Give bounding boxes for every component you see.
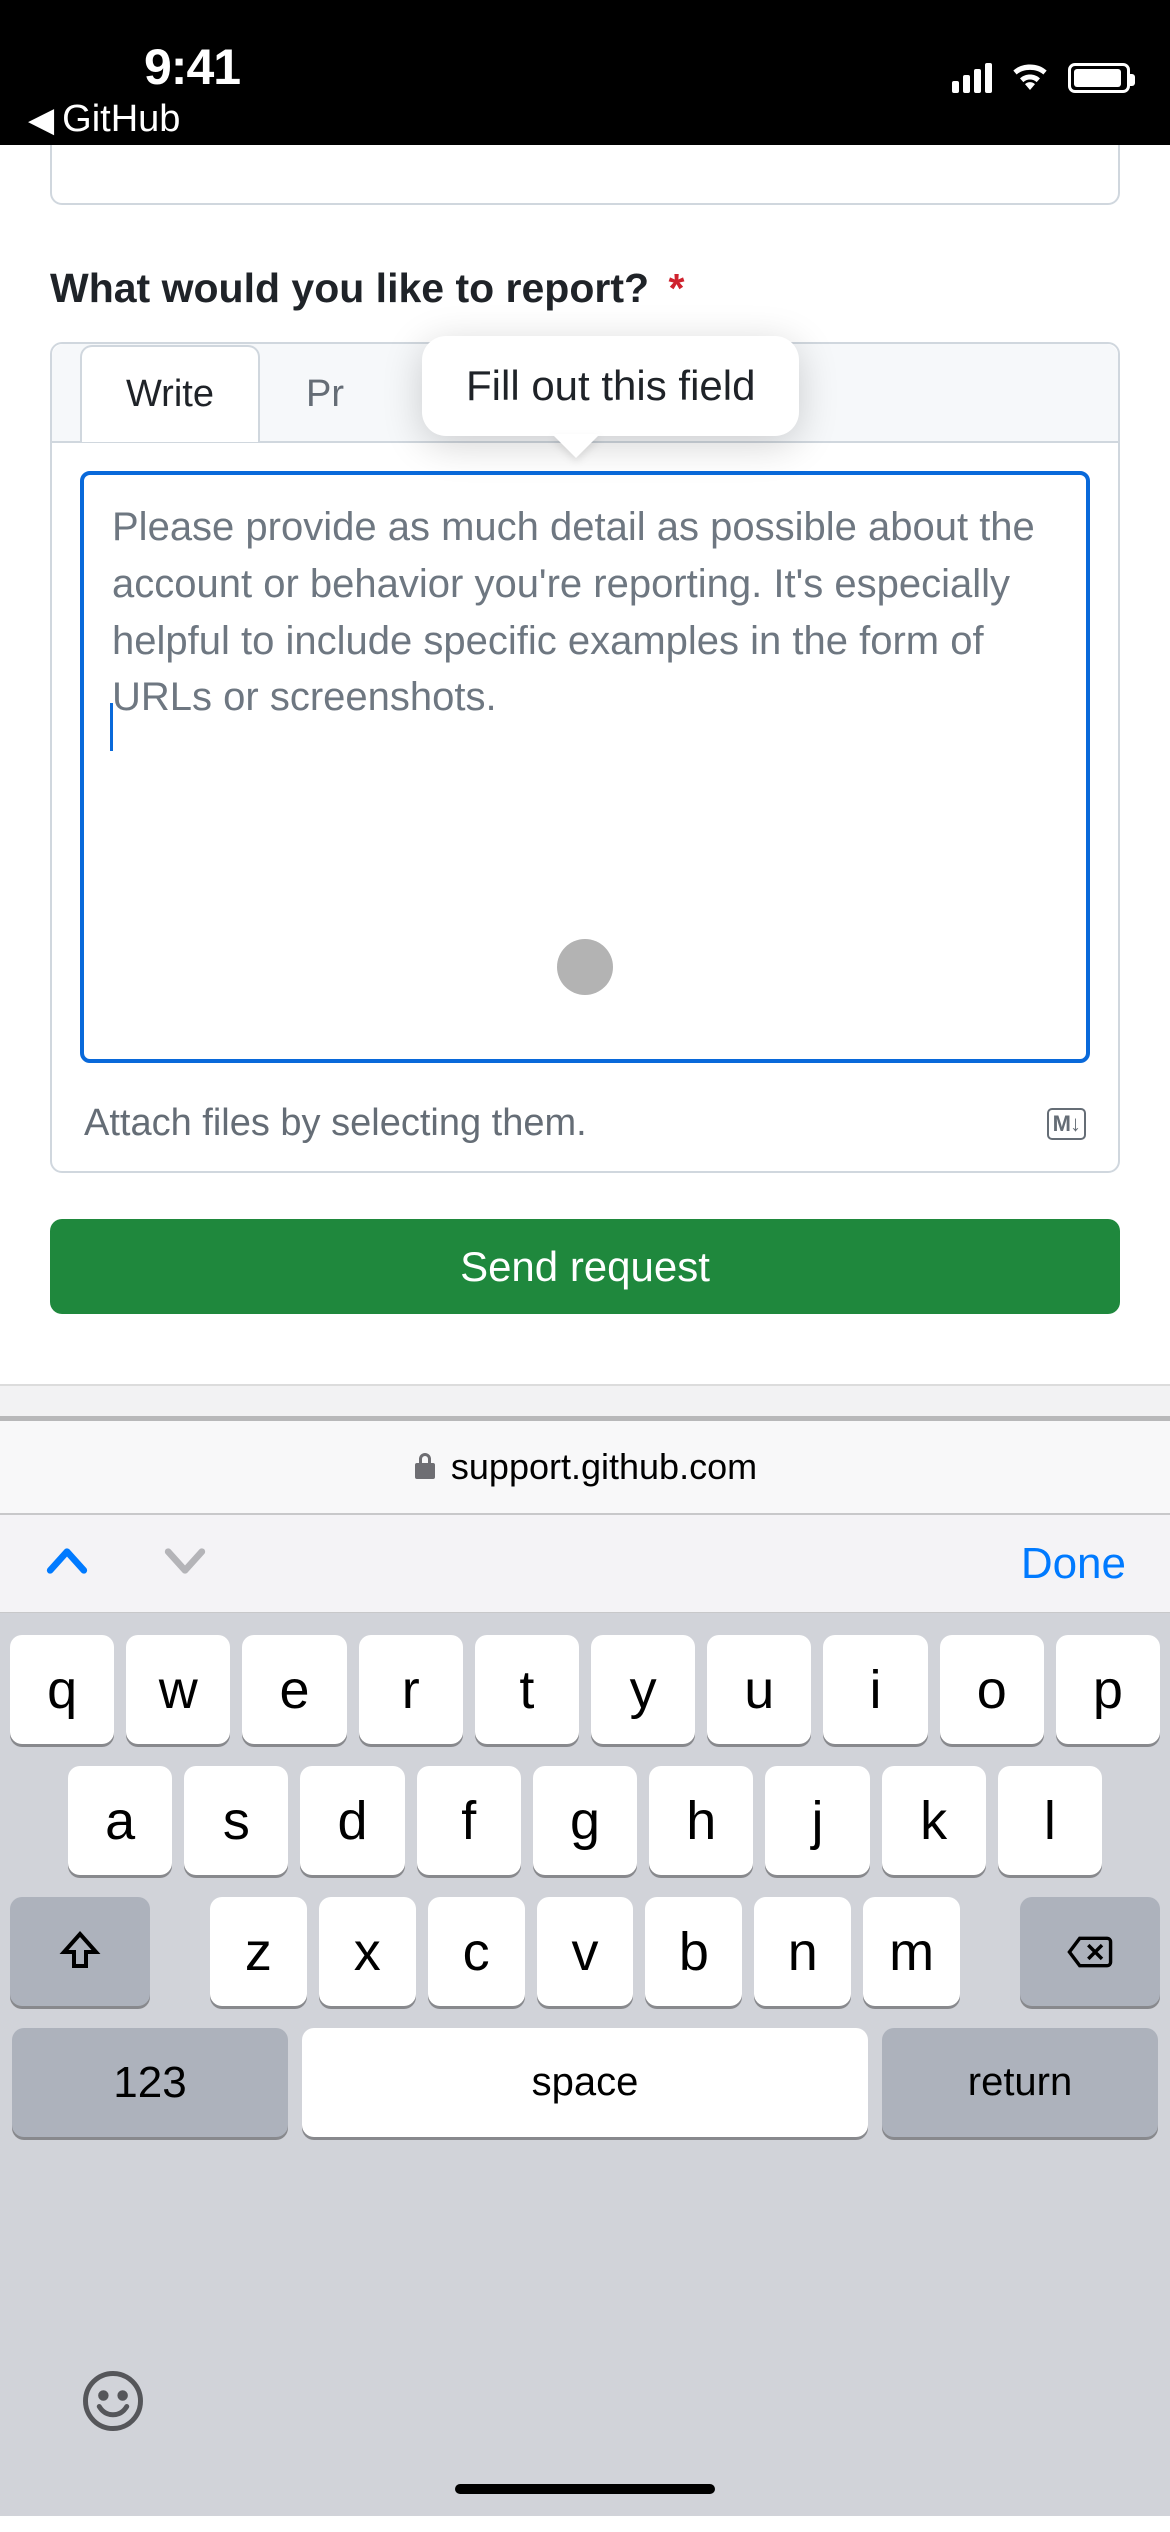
back-app-label: GitHub [62,98,180,141]
key-o[interactable]: o [940,1635,1044,1744]
wifi-icon [1010,60,1050,95]
back-to-app[interactable]: ◀ GitHub [28,98,180,141]
key-p[interactable]: p [1056,1635,1160,1744]
page-content: What would you like to report? * Write P… [0,145,1170,1384]
backspace-key[interactable] [1020,1897,1160,2006]
key-t[interactable]: t [475,1635,579,1744]
key-x[interactable]: x [319,1897,416,2006]
url-bar[interactable]: support.github.com [0,1421,1170,1513]
keyboard: q w e r t y u i o p a s d f g h j k l z … [0,1613,1170,2516]
key-u[interactable]: u [707,1635,811,1744]
key-b[interactable]: b [645,1897,742,2006]
spacer [0,1386,1170,1416]
key-a[interactable]: a [68,1766,172,1875]
key-h[interactable]: h [649,1766,753,1875]
markdown-icon[interactable]: M↓ [1047,1108,1086,1140]
key-z[interactable]: z [210,1897,307,2006]
key-q[interactable]: q [10,1635,114,1744]
key-r[interactable]: r [359,1635,463,1744]
tab-preview[interactable]: Pr [260,345,390,442]
next-field-button[interactable] [162,1546,208,1581]
status-icons [952,60,1130,95]
key-y[interactable]: y [591,1635,695,1744]
back-caret-icon: ◀ [28,100,54,140]
key-w[interactable]: w [126,1635,230,1744]
key-j[interactable]: j [765,1766,869,1875]
keyboard-row-1: q w e r t y u i o p [10,1635,1160,1744]
tab-write[interactable]: Write [80,345,260,442]
space-key[interactable]: space [302,2028,868,2137]
keyboard-accessory: Done [0,1515,1170,1613]
text-cursor [110,703,113,751]
status-bar: 9:41 ◀ GitHub [0,0,1170,145]
return-key[interactable]: return [882,2028,1158,2137]
editor-box: Write Pr Fill out this field Attach file… [50,342,1120,1173]
url-domain: support.github.com [451,1446,757,1488]
key-f[interactable]: f [417,1766,521,1875]
shift-key[interactable] [10,1897,150,2006]
attach-hint[interactable]: Attach files by selecting them. [84,1102,587,1145]
home-indicator[interactable] [455,2484,715,2494]
validation-tooltip: Fill out this field [422,336,799,436]
key-e[interactable]: e [242,1635,346,1744]
emoji-key[interactable] [80,2368,146,2439]
lock-icon [413,1446,437,1488]
prev-field-button[interactable] [44,1546,90,1581]
key-k[interactable]: k [882,1766,986,1875]
key-s[interactable]: s [184,1766,288,1875]
editor-tabs: Write Pr Fill out this field [52,344,1118,443]
keyboard-row-4: 123 space return [10,2028,1160,2137]
previous-field-box [50,145,1120,205]
cellular-signal-icon [952,63,992,93]
touch-indicator [557,939,613,995]
key-n[interactable]: n [754,1897,851,2006]
keyboard-row-3: z x c v b n m [10,1897,1160,2006]
key-m[interactable]: m [863,1897,960,2006]
key-l[interactable]: l [998,1766,1102,1875]
key-i[interactable]: i [823,1635,927,1744]
numbers-key[interactable]: 123 [12,2028,288,2137]
key-g[interactable]: g [533,1766,637,1875]
key-v[interactable]: v [537,1897,634,2006]
keyboard-row-2: a s d f g h j k l [10,1766,1160,1875]
battery-icon [1068,63,1130,93]
key-d[interactable]: d [300,1766,404,1875]
required-indicator: * [668,265,684,311]
keyboard-done-button[interactable]: Done [1021,1539,1126,1589]
send-request-button[interactable]: Send request [50,1219,1120,1314]
field-label: What would you like to report? * [50,265,1120,312]
key-c[interactable]: c [428,1897,525,2006]
status-time: 9:41 [144,38,240,96]
field-label-text: What would you like to report? [50,265,649,311]
